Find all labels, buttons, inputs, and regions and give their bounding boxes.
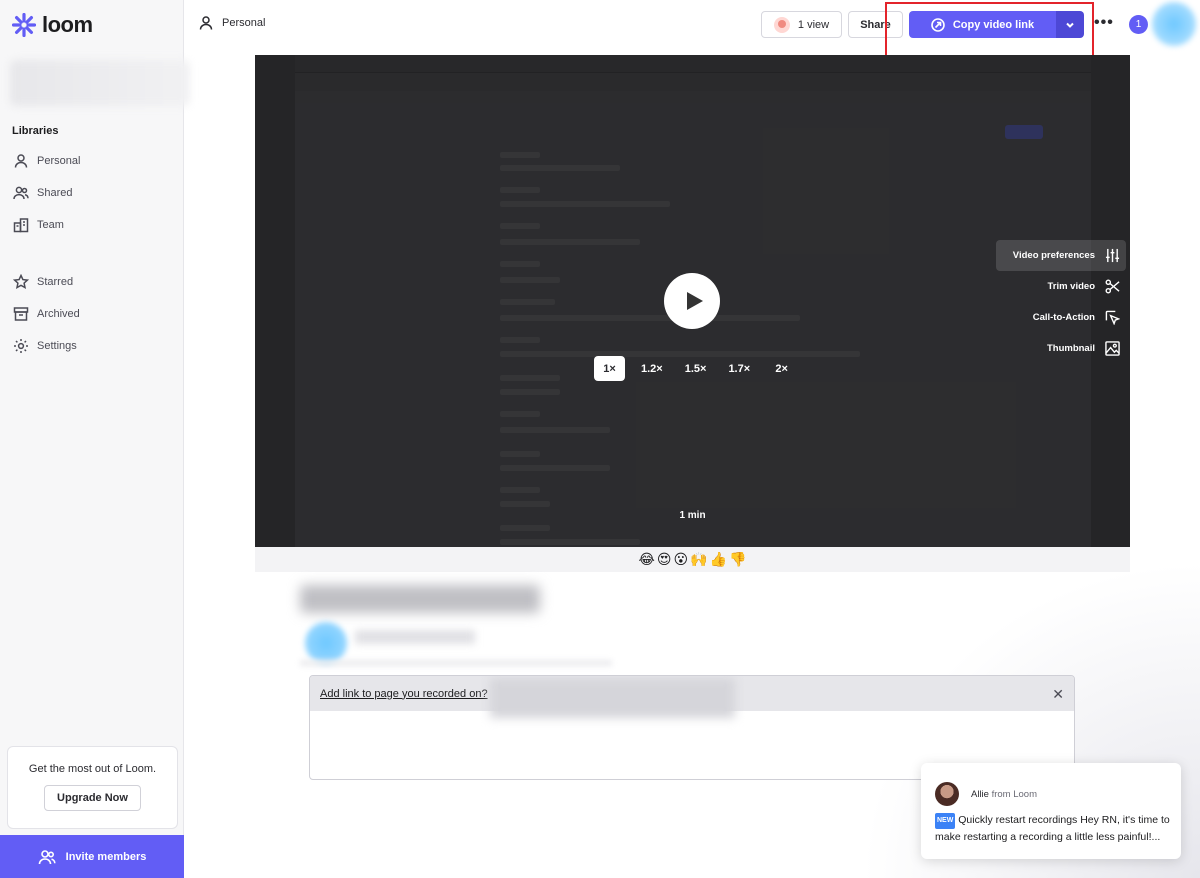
reaction-thumbs-down[interactable]: 👎 (729, 551, 746, 568)
chat-message: NEW Quickly restart recordings Hey RN, i… (935, 812, 1171, 845)
recorded-url (490, 678, 735, 718)
trim-video-button[interactable]: Trim video (996, 271, 1126, 302)
reaction-wow[interactable]: 😮 (674, 551, 689, 568)
reaction-laugh[interactable]: 😂 (639, 551, 655, 568)
more-options-icon[interactable]: ••• (1094, 14, 1114, 32)
reactions-bar: 😂 😍 😮 🙌 👍 👎 (255, 547, 1130, 572)
views-label: 1 view (797, 18, 830, 31)
loom-logo[interactable]: loom (12, 12, 93, 38)
sidebar-item-label: Settings (37, 340, 77, 352)
cursor-icon (1105, 310, 1120, 325)
call-to-action-button[interactable]: Call-to-Action (996, 302, 1126, 333)
playback-speed-selector: 1× 1.2× 1.5× 1.7× 2× (594, 356, 797, 381)
speed-option-1-7x[interactable]: 1.7× (722, 356, 756, 381)
libraries-heading: Libraries (12, 125, 59, 137)
chat-sender: Allie from Loom (971, 789, 1037, 800)
sidebar-item-personal[interactable]: Personal (0, 145, 184, 177)
thumbnail-button[interactable]: Thumbnail (996, 333, 1126, 364)
user-avatar[interactable] (1152, 2, 1196, 46)
chat-message-popup[interactable]: Allie from Loom NEW Quickly restart reco… (921, 763, 1181, 859)
breadcrumb-label: Personal (222, 17, 266, 29)
sidebar-item-archived[interactable]: Archived (0, 298, 184, 330)
sidebar-item-label: Team (37, 219, 64, 231)
speed-option-2x[interactable]: 2× (766, 356, 797, 381)
reaction-raised-hands[interactable]: 🙌 (690, 551, 707, 568)
video-title[interactable] (300, 585, 540, 613)
viewer-avatar (773, 16, 790, 33)
author-name (355, 630, 475, 644)
tool-label: Thumbnail (1046, 343, 1095, 354)
chat-header: Allie from Loom (935, 782, 1037, 806)
sidebar-item-label: Personal (37, 155, 81, 167)
play-icon (687, 292, 703, 310)
speed-option-1-2x[interactable]: 1.2× (635, 356, 669, 381)
workspace-switcher[interactable] (10, 60, 190, 106)
speed-option-1x[interactable]: 1× (594, 356, 625, 381)
people-icon (13, 186, 29, 200)
chat-avatar (935, 782, 959, 806)
author-avatar (305, 622, 347, 664)
sidebar-item-starred[interactable]: Starred (0, 266, 184, 298)
chat-message-text: Quickly restart recordings Hey RN, it's … (935, 814, 1170, 843)
video-preferences-button[interactable]: Video preferences (996, 240, 1126, 271)
chat-from: from Loom (991, 788, 1037, 800)
add-link-prompt[interactable]: Add link to page you recorded on? (320, 688, 488, 700)
scissors-icon (1105, 279, 1120, 294)
tool-label: Trim video (1047, 281, 1095, 292)
play-button[interactable] (664, 273, 720, 329)
chat-author: Allie (971, 788, 989, 800)
video-player[interactable]: 1× 1.2× 1.5× 1.7× 2× 1 min Video prefere… (255, 55, 1130, 547)
sidebar-item-team[interactable]: Team (0, 209, 184, 241)
upsell-text: Get the most out of Loom. (28, 763, 157, 775)
invite-members-button[interactable]: Invite members (0, 835, 184, 878)
add-link-header: Add link to page you recorded on? ✕ (310, 676, 1074, 718)
star-icon (13, 274, 29, 289)
upgrade-now-button[interactable]: Upgrade Now (44, 785, 141, 811)
video-duration: 1 min (679, 510, 706, 521)
sliders-icon (1105, 248, 1120, 263)
person-icon (199, 16, 213, 30)
archive-icon (13, 307, 29, 321)
sidebar-item-shared[interactable]: Shared (0, 177, 184, 209)
sidebar: loom Libraries Personal Shared Team Star… (0, 0, 190, 878)
sidebar-item-label: Shared (37, 187, 73, 199)
people-icon (38, 849, 56, 864)
reaction-thumbs-up[interactable]: 👍 (710, 551, 727, 568)
video-tools-menu: Video preferences Trim video Call-to-Act… (996, 240, 1126, 364)
upsell-card: Get the most out of Loom. Upgrade Now (7, 746, 178, 829)
notification-badge[interactable]: 1 (1129, 15, 1148, 34)
loom-logo-icon (12, 13, 36, 37)
building-icon (13, 218, 29, 233)
tool-label: Video preferences (1012, 250, 1095, 261)
breadcrumb[interactable]: Personal (198, 15, 265, 31)
sidebar-item-label: Archived (37, 308, 80, 320)
invite-members-label: Invite members (65, 850, 147, 863)
logo-text: loom (42, 12, 93, 37)
video-meta (300, 660, 612, 666)
image-icon (1105, 341, 1120, 356)
highlight-annotation (885, 2, 1094, 60)
reaction-heart-eyes[interactable]: 😍 (657, 551, 672, 568)
sidebar-item-settings[interactable]: Settings (0, 330, 184, 362)
new-badge: NEW (935, 813, 956, 829)
person-icon (14, 154, 28, 168)
gear-icon (14, 339, 28, 353)
speed-option-1-5x[interactable]: 1.5× (679, 356, 713, 381)
tool-label: Call-to-Action (1032, 312, 1095, 323)
secondary-nav: Starred Archived Settings (0, 266, 184, 362)
views-button[interactable]: 1 view (761, 11, 842, 38)
library-nav: Personal Shared Team (0, 145, 184, 241)
sidebar-item-label: Starred (37, 276, 74, 288)
close-icon[interactable]: ✕ (1052, 686, 1064, 703)
